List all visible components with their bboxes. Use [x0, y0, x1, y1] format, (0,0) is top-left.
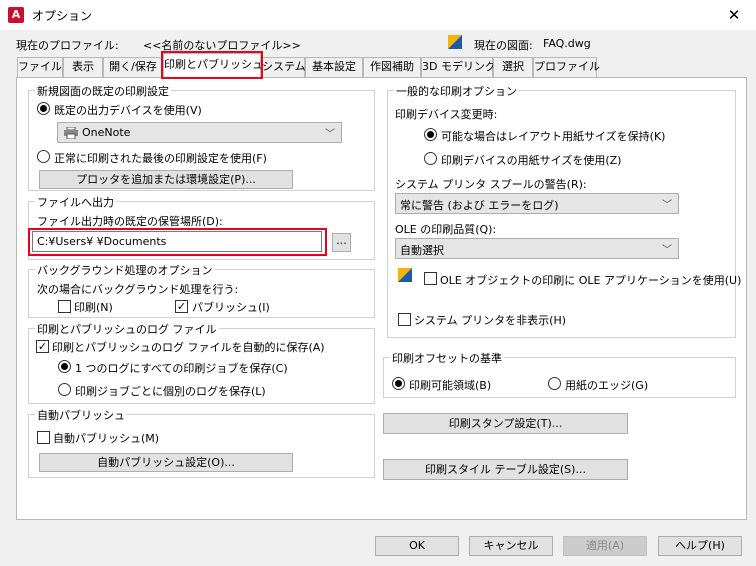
chevron-down-icon: ﹀ [662, 245, 672, 256]
current-drawing-label: 現在の図面: [474, 39, 533, 52]
tab-3d-modeling[interactable]: 3D モデリング [421, 57, 496, 77]
auto-publish-label: 自動パブリッシュ(M) [53, 432, 160, 445]
printer-icon [64, 126, 78, 140]
profile-label: 現在のプロファイル: [16, 39, 119, 52]
radio-keep-layout-paper[interactable] [424, 128, 437, 141]
chevron-down-icon: ﹀ [662, 200, 672, 211]
ole-quality-label: OLE の印刷品質(Q): [395, 223, 497, 236]
tab-open-save[interactable]: 開く/保存 [103, 57, 163, 77]
auto-publish-settings-button[interactable]: 自動パブリッシュ設定(O)... [39, 453, 293, 472]
close-icon[interactable]: ✕ [722, 4, 746, 26]
ok-button[interactable]: OK [375, 536, 459, 556]
group-title: 一般的な印刷オプション [394, 83, 519, 99]
radio-last-used-label: 正常に印刷された最後の印刷設定を使用(F) [54, 152, 267, 165]
ole-app-checkbox[interactable] [424, 272, 437, 285]
hide-printers-checkbox[interactable] [398, 313, 411, 326]
cancel-button[interactable]: キャンセル [469, 536, 553, 556]
current-drawing-value: FAQ.dwg [543, 37, 591, 50]
radio-printable-area[interactable] [392, 377, 405, 390]
tab-drafting[interactable]: 作図補助 [363, 57, 421, 77]
publish-background-checkbox[interactable]: ✓ [175, 300, 188, 313]
radio-separate-log[interactable] [58, 383, 71, 396]
ole-app-icon [398, 268, 412, 282]
tab-highlight-frame [161, 51, 263, 79]
group-title: 新規図面の既定の印刷設定 [35, 83, 171, 99]
radio-device-paper[interactable] [424, 152, 437, 165]
plot-file-location-label: ファイル出力時の既定の保管場所(D): [37, 215, 223, 228]
radio-one-log-label: 1 つのログにすべての印刷ジョブを保存(C) [75, 362, 288, 375]
plot-background-label: 印刷(N) [74, 301, 113, 314]
group-title: 自動パブリッシュ [35, 407, 127, 423]
help-button[interactable]: ヘルプ(H) [658, 536, 742, 556]
radio-printable-area-label: 印刷可能領域(B) [409, 379, 492, 392]
radio-paper-edge-label: 用紙のエッジ(G) [565, 379, 649, 392]
app-logo-icon: A [8, 7, 24, 23]
radio-one-log[interactable] [58, 360, 71, 373]
hide-printers-label: システム プリンタを非表示(H) [414, 314, 567, 327]
spool-alert-select[interactable]: 常に警告 (および エラーをログ) ﹀ [395, 193, 679, 214]
ole-quality-value: 自動選択 [400, 244, 444, 257]
apply-button[interactable]: 適用(A) [563, 536, 647, 556]
radio-device-paper-label: 印刷デバイスの用紙サイズを使用(Z) [441, 154, 622, 167]
tab-files[interactable]: ファイル [17, 57, 63, 77]
chevron-down-icon: ﹀ [325, 129, 335, 140]
tab-system[interactable]: システム [261, 57, 306, 77]
publish-background-label: パブリッシュ(I) [192, 301, 270, 314]
plot-style-table-button[interactable]: 印刷スタイル テーブル設定(S)... [383, 459, 628, 480]
radio-last-used[interactable] [37, 150, 50, 163]
tab-selection[interactable]: 選択 [493, 57, 533, 77]
radio-keep-layout-paper-label: 可能な場合はレイアウト用紙サイズを保持(K) [441, 130, 666, 143]
plot-background-checkbox[interactable] [58, 300, 71, 313]
group-title: 印刷とパブリッシュのログ ファイル [35, 321, 219, 337]
group-title: バックグラウンド処理のオプション [35, 262, 215, 278]
background-subtitle: 次の場合にバックグラウンド処理を行う: [37, 283, 239, 296]
tab-profiles[interactable]: プロファイル [533, 57, 600, 77]
path-highlight-frame [28, 228, 327, 256]
group-title: 印刷オフセットの基準 [390, 350, 504, 366]
radio-default-device[interactable] [37, 102, 50, 115]
tab-display[interactable]: 表示 [63, 57, 103, 77]
spool-alert-value: 常に警告 (および エラーをログ) [400, 199, 559, 212]
radio-default-device-label: 既定の出力デバイスを使用(V) [54, 104, 202, 117]
output-device-value: OneNote [82, 126, 131, 139]
window-title: オプション [32, 9, 93, 23]
tab-user-preferences[interactable]: 基本設定 [305, 57, 363, 77]
radio-separate-log-label: 印刷ジョブごとに個別のログを保存(L) [75, 385, 266, 398]
auto-save-log-label: 印刷とパブリッシュのログ ファイルを自動的に保存(A) [52, 341, 325, 354]
title-bar [0, 0, 756, 30]
add-plotter-button[interactable]: プロッタを追加または環境設定(P)... [39, 170, 293, 189]
group-title: ファイルへ出力 [35, 194, 116, 210]
ole-app-label: OLE オブジェクトの印刷に OLE アプリケーションを使用(U) [440, 274, 742, 287]
radio-paper-edge[interactable] [548, 377, 561, 390]
browse-button[interactable]: ... [332, 233, 351, 252]
drawing-file-icon [448, 35, 462, 49]
device-change-label: 印刷デバイス変更時: [395, 108, 498, 121]
output-device-select[interactable]: OneNote ﹀ [57, 122, 342, 143]
ole-quality-select[interactable]: 自動選択 ﹀ [395, 238, 679, 259]
plot-stamp-settings-button[interactable]: 印刷スタンプ設定(T)... [383, 413, 628, 434]
auto-save-log-checkbox[interactable]: ✓ [36, 340, 49, 353]
spool-alert-label: システム プリンタ スプールの警告(R): [395, 178, 587, 191]
auto-publish-checkbox[interactable] [37, 431, 50, 444]
